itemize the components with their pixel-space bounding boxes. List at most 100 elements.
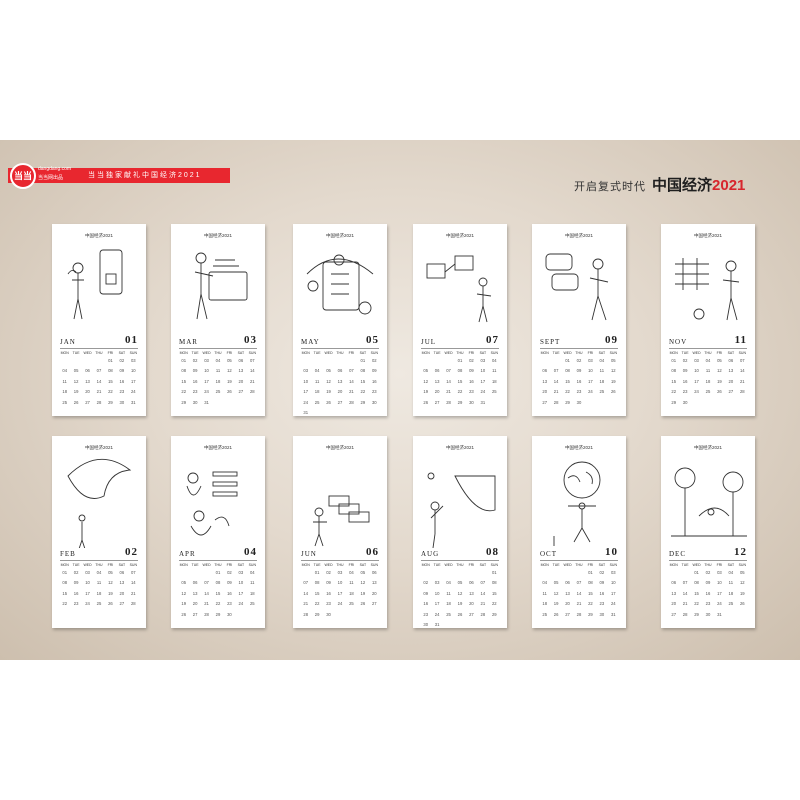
day-cell: 29 [671, 399, 677, 405]
day-cell: 07 [130, 570, 136, 575]
day-cell: 07 [249, 358, 255, 363]
day-cell: 15 [181, 378, 187, 384]
day-cell: 11 [705, 368, 711, 374]
page: 当当 dangdang.com 当当网出品 当当独家献礼中国经济2021 开启复… [0, 0, 800, 800]
day-cell: 29 [457, 399, 463, 405]
day-cell: 25 [215, 389, 221, 395]
day-cell: 20 [671, 601, 677, 607]
divider [540, 560, 618, 561]
day-cell: 08 [108, 368, 113, 374]
empty-cell [178, 568, 189, 578]
day-cell: 16 [469, 378, 474, 384]
day-cell: 16 [705, 590, 711, 596]
day-cell: 30 [599, 611, 605, 617]
day-cell: 09 [227, 580, 232, 586]
divider [669, 348, 747, 349]
month-name: JAN [60, 338, 76, 346]
empty-cell [201, 568, 212, 578]
day-cell: 19 [326, 389, 331, 395]
day-cell: 29 [215, 611, 221, 617]
day-cell: 17 [238, 590, 244, 596]
day-cell: 30 [192, 399, 198, 405]
day-cell: 06 [565, 580, 570, 586]
day-cell: 11 [250, 580, 255, 586]
chat-bubbles-illustration [545, 253, 609, 321]
day-cell: 08 [181, 368, 187, 374]
day-cell: 23 [576, 389, 582, 395]
day-cell: 02 [682, 358, 688, 363]
day-cell: 03 [610, 570, 616, 575]
calendar-card-aug: 中国经济2021 AUG 08 MON TUE WED THU FRI SAT SUN 01 02 03… [413, 436, 507, 628]
day-cell: 23 [705, 601, 711, 607]
day-cell: 02 [371, 358, 377, 363]
day-cell: 18 [705, 378, 711, 384]
day-cell: 02 [705, 570, 711, 575]
day-cell: 09 [576, 368, 582, 374]
day-cell: 21 [739, 378, 745, 384]
day-cell: 06 [542, 368, 548, 374]
calendar-card-sept: 中国经济2021 SEPT 09 MON TUE WED THU FRI SAT SUN 01 02 0… [532, 224, 626, 416]
month-grid: MON TUE WED THU FRI SAT SUN 01 02 03 04 05 06 07 08 09 1… [300, 562, 380, 620]
day-cell: 06 [434, 368, 440, 374]
day-cell: 15 [62, 590, 68, 596]
day-cell: 22 [671, 389, 677, 395]
headline-year: 2021 [712, 177, 746, 194]
day-cell: 20 [469, 601, 474, 607]
globe-carrier-illustration [553, 461, 601, 546]
headline-title: 中国经济2021 [652, 174, 745, 195]
day-cell: 26 [457, 611, 463, 617]
day-cell: 18 [215, 378, 221, 384]
day-cell: 12 [360, 580, 366, 586]
day-cell: 15 [588, 590, 593, 596]
day-cell: 30 [326, 611, 331, 617]
day-cell: 03 [434, 580, 440, 586]
day-cell: 07 [480, 580, 486, 586]
day-cell: 16 [371, 378, 377, 384]
day-cell: 20 [119, 590, 125, 596]
empty-cell [550, 568, 561, 578]
day-cell: 07 [553, 368, 559, 374]
divider [179, 560, 257, 561]
day-cell: 27 [192, 611, 198, 617]
day-cell: 15 [671, 378, 677, 384]
divider [301, 348, 379, 349]
day-cell: 18 [249, 590, 255, 596]
day-cell: 07 [739, 358, 745, 363]
day-cell: 19 [739, 590, 745, 596]
day-cell: 04 [728, 570, 734, 575]
empty-cell [59, 356, 70, 366]
day-cell: 23 [371, 389, 377, 395]
day-cell: 19 [73, 389, 79, 395]
calendar-card-feb: 中国经济2021 FEB 02 MON TUE WED THU FRI SAT SUN 01 02 03… [52, 436, 146, 628]
day-cell: 19 [181, 601, 187, 607]
day-cell: 20 [337, 389, 343, 395]
card-title: 中国经济2021 [564, 233, 593, 238]
month-name: MAR [179, 338, 198, 346]
day-cell: 15 [215, 590, 221, 596]
day-cell: 12 [326, 378, 331, 384]
day-cell: 22 [314, 601, 320, 607]
day-cell: 27 [371, 601, 377, 607]
month-number: 10 [605, 546, 618, 558]
day-cell: 16 [73, 590, 79, 596]
divider [60, 560, 138, 561]
day-cell: 26 [108, 601, 113, 607]
empty-cell [346, 356, 357, 366]
day-cell: 23 [423, 611, 429, 617]
day-cell: 15 [360, 378, 366, 384]
day-cell: 11 [492, 368, 497, 374]
day-cell: 16 [227, 590, 232, 596]
day-cell: 24 [238, 601, 244, 607]
empty-cell [539, 568, 550, 578]
day-cell: 23 [326, 601, 331, 607]
day-cell: 01 [694, 570, 699, 575]
day-cell: 07 [349, 368, 354, 374]
empty-cell [300, 568, 311, 578]
chart-analyst-illustration [675, 258, 740, 321]
day-cell: 14 [204, 590, 209, 596]
day-cell: 09 [73, 580, 79, 586]
day-cell: 14 [739, 368, 745, 374]
day-cell: 21 [553, 389, 559, 395]
month-name: SEPT [540, 338, 561, 346]
calendar-card-jul: 中国经济2021 JUL 07 MON TUE WED THU FRI SAT SUN 01 02 03… [413, 224, 507, 416]
